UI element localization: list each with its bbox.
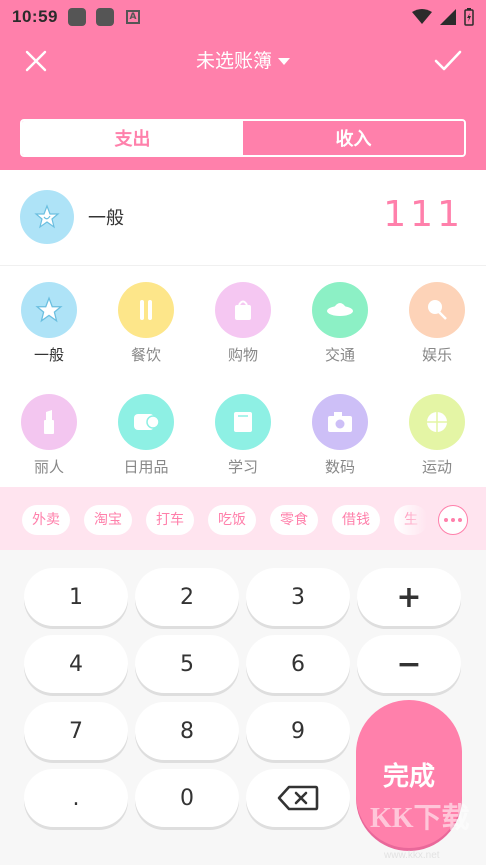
tag-chip[interactable]: 打车 xyxy=(146,505,194,535)
amount-display: 111 xyxy=(383,194,464,235)
key-minus[interactable]: − xyxy=(357,635,461,693)
notification-icon xyxy=(95,7,114,26)
status-time: 10:59 xyxy=(12,6,58,26)
type-segmented-control: 支出 收入 xyxy=(20,119,466,157)
caret-down-icon xyxy=(278,58,290,65)
basketball-icon xyxy=(409,394,465,450)
key-2[interactable]: 2 xyxy=(135,568,239,626)
category-label: 购物 xyxy=(227,346,258,364)
category-label: 交通 xyxy=(324,346,355,364)
key-3[interactable]: 3 xyxy=(246,568,350,626)
number-keypad: 1 2 3 + 4 5 6 − 7 8 9 . 0 完成 KK下载 www.kk… xyxy=(0,550,486,865)
tab-income[interactable]: 收入 xyxy=(243,121,464,155)
category-dining[interactable]: 餐饮 xyxy=(106,282,186,365)
watermark-logo: KK下载 xyxy=(370,803,470,834)
category-sports[interactable]: 运动 xyxy=(397,394,477,477)
category-daily-goods[interactable]: 日用品 xyxy=(106,394,186,477)
key-7[interactable]: 7 xyxy=(24,702,128,760)
quick-tags-bar: 外卖 淘宝 打车 吃饭 零食 借钱 生 xyxy=(0,487,486,550)
more-tags-button[interactable] xyxy=(438,505,468,535)
category-beauty[interactable]: 丽人 xyxy=(9,394,89,477)
selected-category-icon xyxy=(20,190,74,244)
backspace-icon xyxy=(277,785,319,811)
key-5[interactable]: 5 xyxy=(135,635,239,693)
star-icon xyxy=(21,282,77,338)
category-label: 数码 xyxy=(324,458,355,476)
battery-icon xyxy=(464,7,474,26)
category-label: 娱乐 xyxy=(421,346,452,364)
book-icon xyxy=(215,394,271,450)
more-dots-icon xyxy=(444,518,448,522)
category-transport[interactable]: 交通 xyxy=(300,282,380,365)
tab-expense[interactable]: 支出 xyxy=(22,121,243,155)
lipstick-icon xyxy=(21,394,77,450)
key-0[interactable]: 0 xyxy=(135,769,239,827)
account-book-selector[interactable]: 未选账簿 xyxy=(0,47,486,75)
app-notification-icon: A xyxy=(125,9,140,24)
category-label: 一般 xyxy=(33,346,64,364)
category-general[interactable]: 一般 xyxy=(9,282,89,365)
confirm-button[interactable] xyxy=(432,45,464,77)
key-4[interactable]: 4 xyxy=(24,635,128,693)
key-plus[interactable]: + xyxy=(357,568,461,626)
ufo-icon xyxy=(312,282,368,338)
category-entertainment[interactable]: 娱乐 xyxy=(397,282,477,365)
tag-chip[interactable]: 淘宝 xyxy=(84,505,132,535)
signal-icon xyxy=(440,8,456,25)
key-1[interactable]: 1 xyxy=(24,568,128,626)
status-bar: 10:59 A xyxy=(0,0,486,33)
shopping-bag-icon xyxy=(215,282,271,338)
category-label: 运动 xyxy=(421,458,452,476)
tag-chip[interactable]: 吃饭 xyxy=(208,505,256,535)
category-label: 学习 xyxy=(227,458,258,476)
notification-icon xyxy=(67,7,86,26)
watermark-url: www.kkx.net xyxy=(384,850,440,861)
tag-chip[interactable]: 借钱 xyxy=(332,505,380,535)
category-study[interactable]: 学习 xyxy=(203,394,283,477)
star-icon xyxy=(34,204,60,229)
category-label: 日用品 xyxy=(123,458,169,476)
key-8[interactable]: 8 xyxy=(135,702,239,760)
selected-category-row: 一般 111 xyxy=(0,170,486,266)
selected-category-label: 一般 xyxy=(88,208,124,229)
backspace-button[interactable] xyxy=(246,769,350,827)
category-label: 丽人 xyxy=(33,458,64,476)
account-book-title: 未选账簿 xyxy=(195,50,272,72)
tag-chip[interactable]: 零食 xyxy=(270,505,318,535)
lollipop-icon xyxy=(409,282,465,338)
tag-chip[interactable]: 外卖 xyxy=(22,505,70,535)
check-icon xyxy=(434,50,462,71)
category-digital[interactable]: 数码 xyxy=(300,394,380,477)
category-label: 餐饮 xyxy=(130,346,161,364)
key-decimal[interactable]: . xyxy=(24,769,128,827)
camera-icon xyxy=(312,394,368,450)
toilet-paper-icon xyxy=(118,394,174,450)
key-9[interactable]: 9 xyxy=(246,702,350,760)
header: 未选账簿 支出 收入 xyxy=(0,33,486,170)
wifi-icon xyxy=(412,8,432,24)
key-6[interactable]: 6 xyxy=(246,635,350,693)
category-shopping[interactable]: 购物 xyxy=(203,282,283,365)
fork-knife-icon xyxy=(118,282,174,338)
